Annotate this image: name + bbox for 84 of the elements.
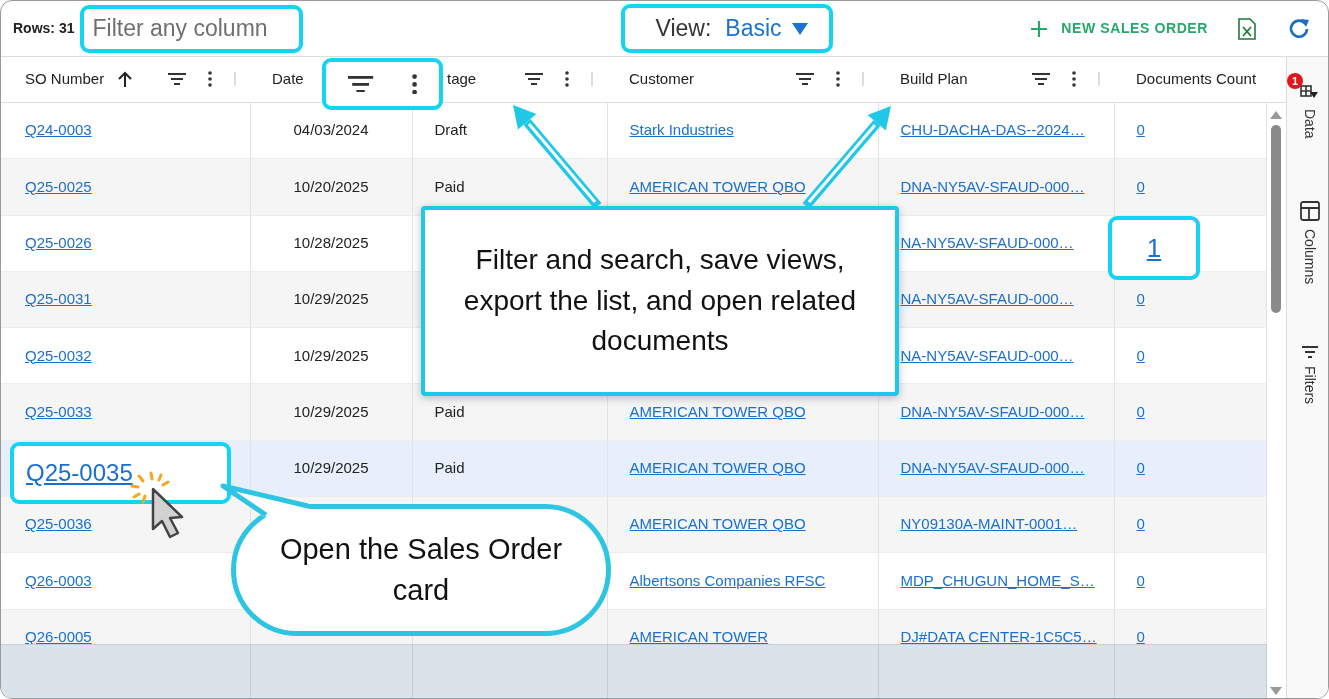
build-plan-link[interactable]: NA-NY5AV-SFAUD-000… (900, 290, 1074, 308)
count-badge: 1 (1287, 73, 1303, 89)
plus-icon (1031, 20, 1048, 37)
menu-icon[interactable] (565, 71, 569, 88)
filter-icon[interactable] (1032, 73, 1050, 86)
cell-text: 10/29/2025 (293, 459, 369, 477)
so-number-link[interactable]: Q25-0025 (25, 177, 92, 195)
column-header[interactable]: Build Plan (878, 57, 1114, 102)
scrollbar-thumb[interactable] (1271, 124, 1282, 313)
document-count-link[interactable]: 0 (1136, 515, 1145, 533)
filter-icon[interactable] (348, 75, 374, 93)
document-count-link[interactable]: 0 (1136, 121, 1145, 139)
build-plan-link[interactable]: NY09130A-MAINT-0001… (900, 515, 1078, 533)
cell-text: Paid (434, 459, 465, 477)
so-number-link[interactable]: Q25-0032 (25, 346, 92, 364)
so-number-link[interactable]: Q24-0003 (25, 121, 92, 139)
so-number-link[interactable]: Q25-0033 (25, 402, 92, 420)
caret-icon (791, 22, 808, 35)
cell-text: 10/20/2025 (293, 177, 369, 195)
menu-icon[interactable] (208, 71, 212, 88)
cell-text: Draft (434, 121, 467, 139)
build-plan-link[interactable]: DNA-NY5AV-SFAUD-000… (900, 402, 1085, 420)
customer-link[interactable]: Albertsons Companies RFSC (629, 571, 826, 589)
cell-text: 04/03/2024 (293, 121, 369, 139)
document-count-link[interactable]: 0 (1136, 402, 1145, 420)
cursor-icon (151, 487, 185, 539)
build-plan-link[interactable]: NA-NY5AV-SFAUD-000… (900, 346, 1074, 364)
build-plan-link[interactable]: DNA-NY5AV-SFAUD-000… (900, 177, 1085, 195)
filter-icon[interactable] (168, 73, 186, 86)
menu-icon[interactable] (1072, 71, 1076, 88)
side-tab[interactable]: Columns (1287, 192, 1328, 284)
menu-icon[interactable] (836, 71, 840, 88)
customer-link[interactable]: AMERICAN TOWER (629, 628, 769, 644)
so-number-link[interactable]: Q25-0035 (26, 455, 133, 492)
so-number-link[interactable]: Q25-0026 (25, 234, 92, 251)
side-tab[interactable]: Filters (1287, 337, 1328, 404)
cell-text: 10/29/2025 (293, 290, 369, 308)
build-plan-link[interactable]: CHU-DACHA-DAS--2024… (900, 121, 1085, 139)
side-tab[interactable]: Data 1 (1287, 73, 1328, 139)
document-count-link[interactable]: 0 (1136, 346, 1145, 364)
customer-link[interactable]: AMERICAN TOWER QBO (629, 177, 806, 195)
scroll-up-arrow[interactable] (1270, 110, 1283, 119)
spreadsheet-icon (1238, 17, 1256, 40)
new-sales-order-button[interactable]: NEW SALES ORDER (1031, 18, 1208, 39)
build-plan-link[interactable]: DNA-NY5AV-SFAUD-000… (900, 459, 1085, 477)
view-dropdown[interactable]: Basic (725, 11, 808, 46)
export-button[interactable] (1238, 17, 1256, 40)
document-count-link[interactable]: 0 (1136, 459, 1145, 477)
cell-text: 10/29/2025 (293, 346, 369, 364)
filter-icon[interactable] (796, 73, 814, 86)
document-count-link[interactable]: 0 (1136, 628, 1145, 644)
cell-text: Paid (434, 402, 465, 420)
build-plan-link[interactable]: DJ#DATA CENTER-1C5C5… (900, 628, 1097, 644)
callout: Filter and search, save views, export the list, and open related documents (421, 206, 899, 396)
document-count-link[interactable]: 0 (1136, 177, 1145, 195)
cell-text: 10/29/2025 (293, 402, 369, 420)
filter-field[interactable]: Filter any column (80, 4, 304, 53)
customer-link[interactable]: AMERICAN TOWER QBO (629, 402, 806, 420)
sort-arrow-icon[interactable] (118, 71, 133, 88)
table-row[interactable]: Q24-0003 04/03/2024 Draft Stark Industries CHU-DACHA-DAS--2024… 0 (1, 102, 1266, 159)
cell-text: 10/28/2025 (293, 234, 369, 251)
column-header[interactable]: SO Number (1, 57, 250, 102)
view-label: View: (655, 14, 712, 44)
customer-link[interactable]: AMERICAN TOWER QBO (629, 515, 806, 533)
column-header[interactable]: Customer (607, 57, 878, 102)
filter-icon (1301, 345, 1318, 358)
cell-text: Paid (434, 177, 465, 195)
filter-icon[interactable] (525, 73, 543, 86)
build-plan-link[interactable]: MDP_CHUGUN_HOME_S… (900, 571, 1095, 589)
menu-icon[interactable] (411, 73, 417, 95)
columns-icon (1299, 200, 1320, 221)
customer-link[interactable]: AMERICAN TOWER QBO (629, 459, 806, 477)
customer-link[interactable]: Stark Industries (629, 121, 734, 139)
refresh-button[interactable] (1288, 17, 1310, 40)
document-count-link[interactable]: 0 (1136, 571, 1145, 589)
document-count-link[interactable]: 1 (1146, 228, 1162, 268)
row-count: Rows: 31 (13, 19, 75, 38)
so-number-link[interactable]: Q26-0003 (25, 571, 92, 589)
so-number-link[interactable]: Q25-0031 (25, 290, 92, 308)
build-plan-link[interactable]: NA-NY5AV-SFAUD-000… (900, 234, 1074, 251)
refresh-icon (1288, 17, 1310, 40)
so-number-link[interactable]: Q25-0036 (25, 515, 92, 533)
scroll-down-arrow[interactable] (1270, 686, 1283, 695)
document-count-link[interactable]: 0 (1136, 290, 1145, 308)
